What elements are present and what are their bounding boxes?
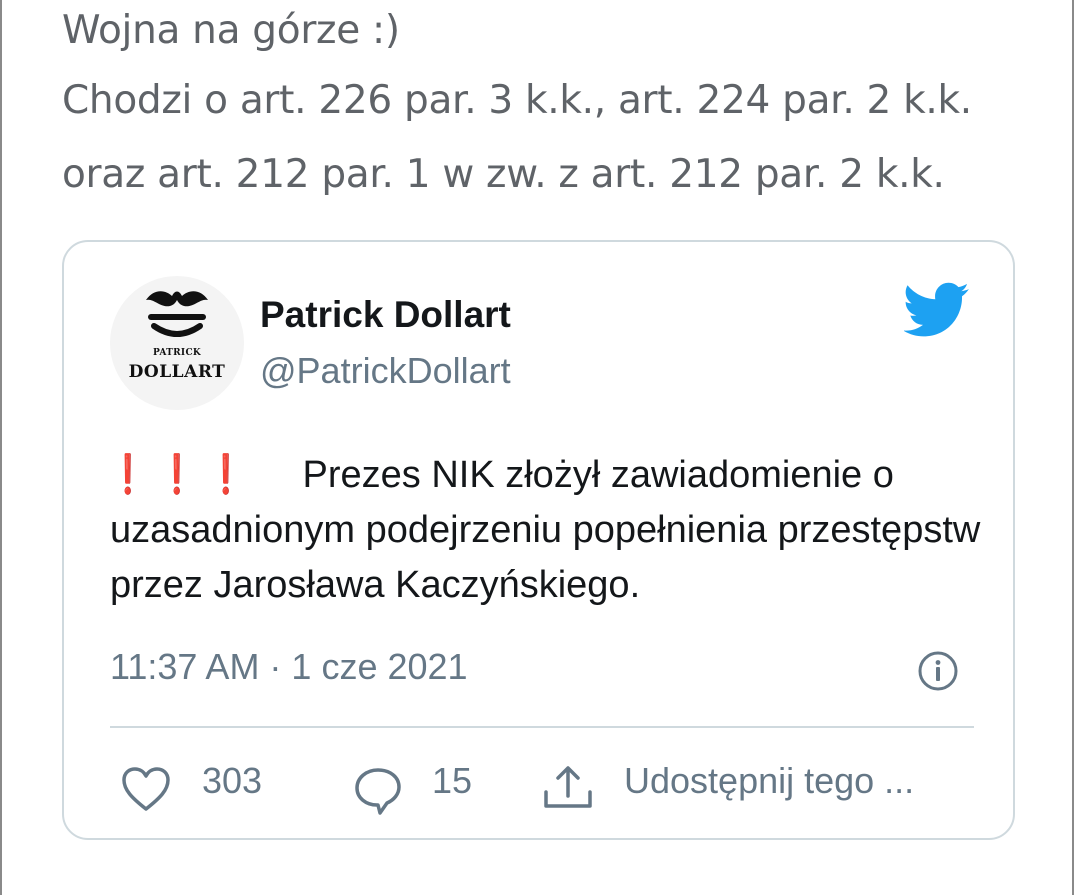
- mustache-logo-icon: [146, 291, 208, 337]
- reply-bubble-icon[interactable]: [352, 765, 404, 817]
- tweet-body: ❗❗❗ Prezes NIK złożył zawiadomienie o uz…: [110, 448, 990, 613]
- avatar-logo-small-text: PATRICK: [152, 348, 202, 358]
- share-icon[interactable]: [540, 762, 596, 814]
- post-text-line-2: Chodzi o art. 226 par. 3 k.k., art. 224 …: [62, 78, 972, 123]
- reply-count[interactable]: 15: [432, 760, 472, 802]
- tweet-timestamp[interactable]: 11:37 AM · 1 cze 2021: [110, 646, 468, 688]
- emphasis-marks: ❗❗❗: [110, 454, 257, 496]
- screen-edge-left: [0, 0, 2, 895]
- share-link[interactable]: Udostępnij tego ...: [624, 760, 914, 802]
- post-text-line-3: oraz art. 212 par. 1 w zw. z art. 212 pa…: [62, 152, 945, 197]
- twitter-bird-icon[interactable]: [904, 282, 970, 338]
- like-count[interactable]: 303: [202, 760, 262, 802]
- info-icon[interactable]: [917, 650, 959, 692]
- author-avatar[interactable]: PATRICK DOLLART: [110, 276, 244, 410]
- embedded-tweet-card[interactable]: PATRICK DOLLART Patrick Dollart @Patrick…: [62, 240, 1015, 840]
- author-handle[interactable]: @PatrickDollart: [260, 350, 511, 392]
- avatar-logo-big-text: DOLLART: [128, 362, 226, 382]
- post-text-line-1: Wojna na górze :): [62, 8, 400, 53]
- actions-divider: [110, 726, 974, 728]
- heart-icon[interactable]: [120, 765, 172, 813]
- screen-edge-right: [1072, 0, 1074, 895]
- author-name[interactable]: Patrick Dollart: [260, 294, 511, 336]
